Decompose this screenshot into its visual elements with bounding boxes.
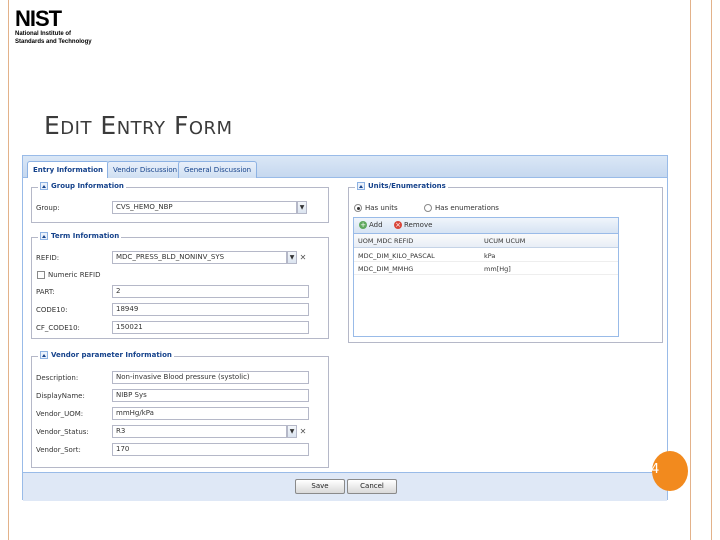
page-number: 4 <box>651 462 660 477</box>
collapse-icon[interactable] <box>40 232 48 240</box>
has-units-radio[interactable] <box>354 204 362 212</box>
table-row[interactable]: MDC_DIM_KILO_PASCAL kPa <box>354 249 618 262</box>
vendor-parameter-fieldset: Vendor parameter Information Description… <box>31 351 329 468</box>
vendor-parameter-legend[interactable]: Vendor parameter Information <box>38 351 174 359</box>
collapse-icon[interactable] <box>357 182 365 190</box>
collapse-icon[interactable] <box>40 351 48 359</box>
units-enumerations-title: Units/Enumerations <box>368 182 446 190</box>
slide-right-frame <box>690 0 712 540</box>
collapse-icon[interactable] <box>40 182 48 190</box>
vendor-uom-label: Vendor_UOM: <box>36 410 84 418</box>
tab-strip: Entry Information Vendor Discussion Gene… <box>23 156 667 179</box>
has-enumerations-label: Has enumerations <box>435 204 499 212</box>
group-information-legend[interactable]: Group Information <box>38 182 126 190</box>
cf-code10-label: CF_CODE10: <box>36 324 80 332</box>
vendor-status-combo[interactable]: R3 <box>112 425 287 438</box>
numeric-refid-checkbox[interactable] <box>37 271 45 279</box>
add-unit-button[interactable]: + Add <box>359 221 383 229</box>
tab-vendor-discussion[interactable]: Vendor Discussion <box>107 161 184 178</box>
units-grid-header: UOM_MDC REFID UCUM UCUM <box>354 234 618 248</box>
group-information-fieldset: Group Information Group: CVS_HEMO_NBP ▼ <box>31 182 329 223</box>
logo-line-1: National Institute of <box>15 31 71 37</box>
chevron-down-icon[interactable]: ▼ <box>287 425 297 438</box>
part-label: PART: <box>36 288 55 296</box>
tab-entry-information[interactable]: Entry Information <box>27 161 110 179</box>
code10-field[interactable]: 18949 <box>112 303 309 316</box>
numeric-refid-label: Numeric REFID <box>48 271 101 279</box>
term-information-fieldset: Term Information REFID: MDC_PRESS_BLD_NO… <box>31 232 329 339</box>
group-combo[interactable]: CVS_HEMO_NBP <box>112 201 297 214</box>
group-information-title: Group Information <box>51 182 124 190</box>
add-unit-label: Add <box>369 221 383 229</box>
table-cell: mm[Hg] <box>484 265 511 273</box>
remove-icon: × <box>394 221 402 229</box>
term-information-legend[interactable]: Term Information <box>38 232 122 240</box>
form-body: Group Information Group: CVS_HEMO_NBP ▼ … <box>23 178 667 472</box>
cf-code10-field[interactable]: 150021 <box>112 321 309 334</box>
units-grid: + Add × Remove UOM_MDC REFID UCUM UCUM MDC… <box>353 217 619 337</box>
clear-icon[interactable]: ✕ <box>298 251 308 264</box>
chevron-down-icon[interactable]: ▼ <box>297 201 307 214</box>
vendor-sort-label: Vendor_Sort: <box>36 446 81 454</box>
term-information-title: Term Information <box>51 232 120 240</box>
slide-left-border <box>0 0 9 540</box>
refid-label: REFID: <box>36 254 60 262</box>
vendor-uom-field[interactable]: mmHg/kPa <box>112 407 309 420</box>
refid-combo[interactable]: MDC_PRESS_BLD_NONINV_SYS <box>112 251 287 264</box>
description-field[interactable]: Non-invasive Blood pressure (systolic) <box>112 371 309 384</box>
has-enumerations-radio[interactable] <box>424 204 432 212</box>
slide-title: Edit Entry Form <box>44 111 233 140</box>
column-header-uom-mdc-refid[interactable]: UOM_MDC REFID <box>358 237 413 245</box>
table-cell: kPa <box>484 252 496 260</box>
remove-unit-button[interactable]: × Remove <box>394 221 432 229</box>
displayname-field[interactable]: NIBP Sys <box>112 389 309 402</box>
has-units-label: Has units <box>365 204 398 212</box>
logo-word: NIST <box>15 6 62 31</box>
table-cell: MDC_DIM_KILO_PASCAL <box>358 252 435 260</box>
vendor-sort-field[interactable]: 170 <box>112 443 309 456</box>
nist-logo: NIST National Institute of Standards and… <box>15 8 92 46</box>
remove-unit-label: Remove <box>404 221 433 229</box>
chevron-down-icon[interactable]: ▼ <box>287 251 297 264</box>
save-button[interactable]: Save <box>295 479 345 494</box>
units-enumerations-fieldset: Units/Enumerations Has units Has enumera… <box>348 182 663 343</box>
code10-label: CODE10: <box>36 306 68 314</box>
units-toolbar: + Add × Remove <box>354 218 618 234</box>
group-label: Group: <box>36 204 60 212</box>
tab-general-discussion[interactable]: General Discussion <box>178 161 258 178</box>
displayname-label: DisplayName: <box>36 392 85 400</box>
edit-entry-window: Entry Information Vendor Discussion Gene… <box>22 155 668 501</box>
cancel-button[interactable]: Cancel <box>347 479 397 494</box>
logo-line-2: Standards and Technology <box>15 39 92 45</box>
table-row[interactable]: MDC_DIM_MMHG mm[Hg] <box>354 262 618 275</box>
add-icon: + <box>359 221 367 229</box>
column-header-ucum[interactable]: UCUM UCUM <box>484 237 525 245</box>
part-field[interactable]: 2 <box>112 285 309 298</box>
table-cell: MDC_DIM_MMHG <box>358 265 414 273</box>
clear-icon[interactable]: ✕ <box>298 425 308 438</box>
vendor-status-label: Vendor_Status: <box>36 428 89 436</box>
description-label: Description: <box>36 374 79 382</box>
vendor-parameter-title: Vendor parameter Information <box>51 351 172 359</box>
units-enumerations-legend[interactable]: Units/Enumerations <box>355 182 448 190</box>
window-footer: Save Cancel <box>23 472 667 501</box>
